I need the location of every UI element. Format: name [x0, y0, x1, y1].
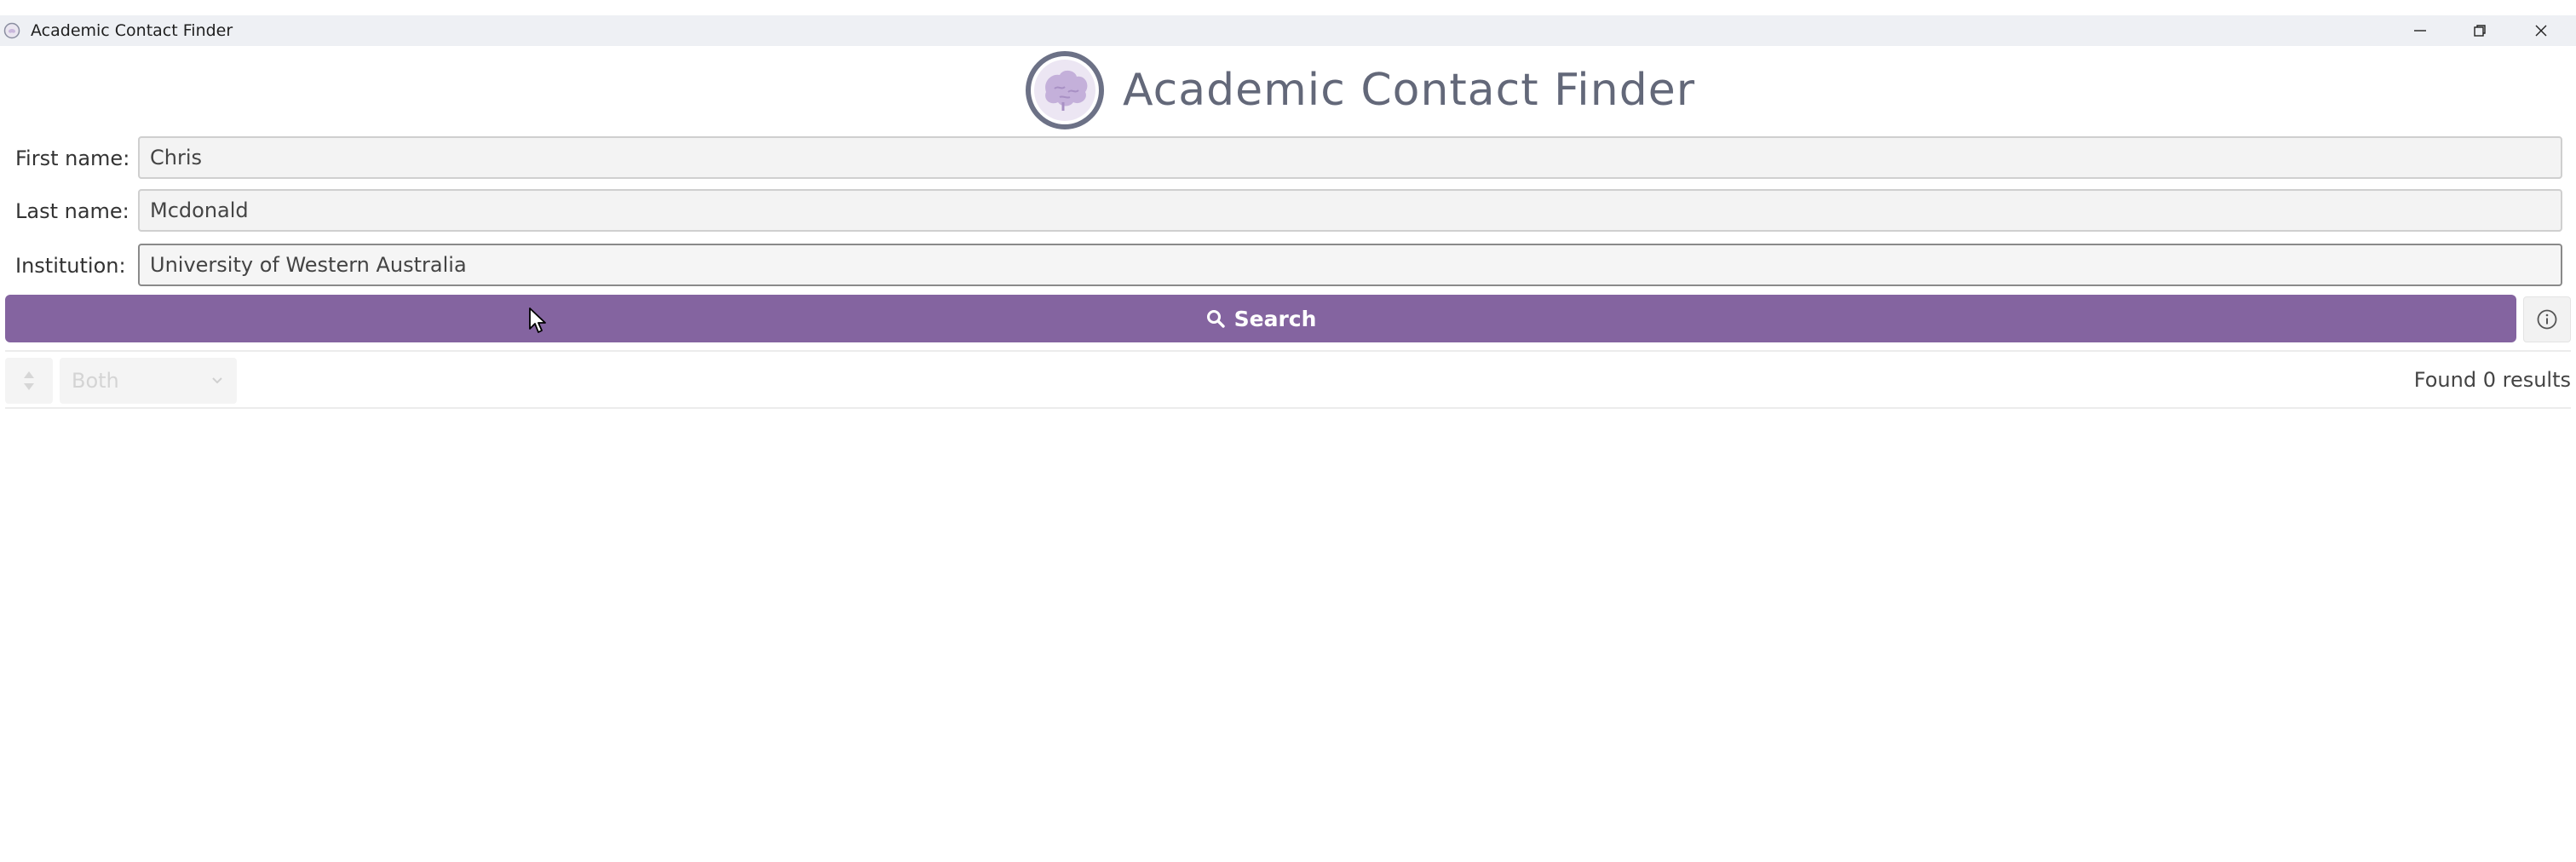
chevron-down-icon [212, 377, 222, 384]
sort-icon [24, 371, 34, 390]
institution-input[interactable] [138, 244, 2562, 286]
restore-button[interactable] [2450, 15, 2510, 46]
restore-icon [2474, 25, 2486, 37]
app-header: Academic Contact Finder [0, 49, 2576, 131]
search-icon [1206, 310, 1225, 328]
last-name-input[interactable] [138, 189, 2562, 232]
results-toolbar: Both Found 0 results [0, 356, 2576, 404]
results-count: Found 0 results [2413, 368, 2571, 392]
info-icon [2537, 309, 2557, 330]
filter-select[interactable]: Both [60, 358, 237, 404]
divider [5, 350, 2571, 352]
minimize-button[interactable] [2390, 15, 2450, 46]
first-name-input[interactable] [138, 136, 2562, 179]
filter-selected-value: Both [72, 369, 119, 393]
first-name-label: First name: [15, 147, 130, 170]
last-name-label: Last name: [15, 199, 129, 223]
info-button[interactable] [2523, 296, 2571, 342]
first-name-row: First name: [0, 135, 2576, 182]
close-button[interactable] [2511, 15, 2571, 46]
institution-label: Institution: [15, 254, 126, 278]
institution-row: Institution: [0, 242, 2576, 290]
app-icon [3, 22, 20, 39]
window-titlebar: Academic Contact Finder [0, 15, 2576, 46]
last-name-row: Last name: [0, 187, 2576, 235]
mouse-cursor-icon [529, 307, 546, 333]
search-button[interactable]: Search [5, 295, 2516, 342]
window-title: Academic Contact Finder [31, 21, 233, 40]
brain-icon [1026, 51, 1104, 129]
search-button-label: Search [1233, 306, 1317, 331]
minimize-icon [2414, 30, 2426, 32]
app-title: Academic Contact Finder [1123, 65, 1696, 116]
sort-button[interactable] [5, 358, 53, 404]
close-icon [2535, 25, 2547, 37]
results-list [0, 411, 2576, 862]
divider [5, 407, 2571, 409]
